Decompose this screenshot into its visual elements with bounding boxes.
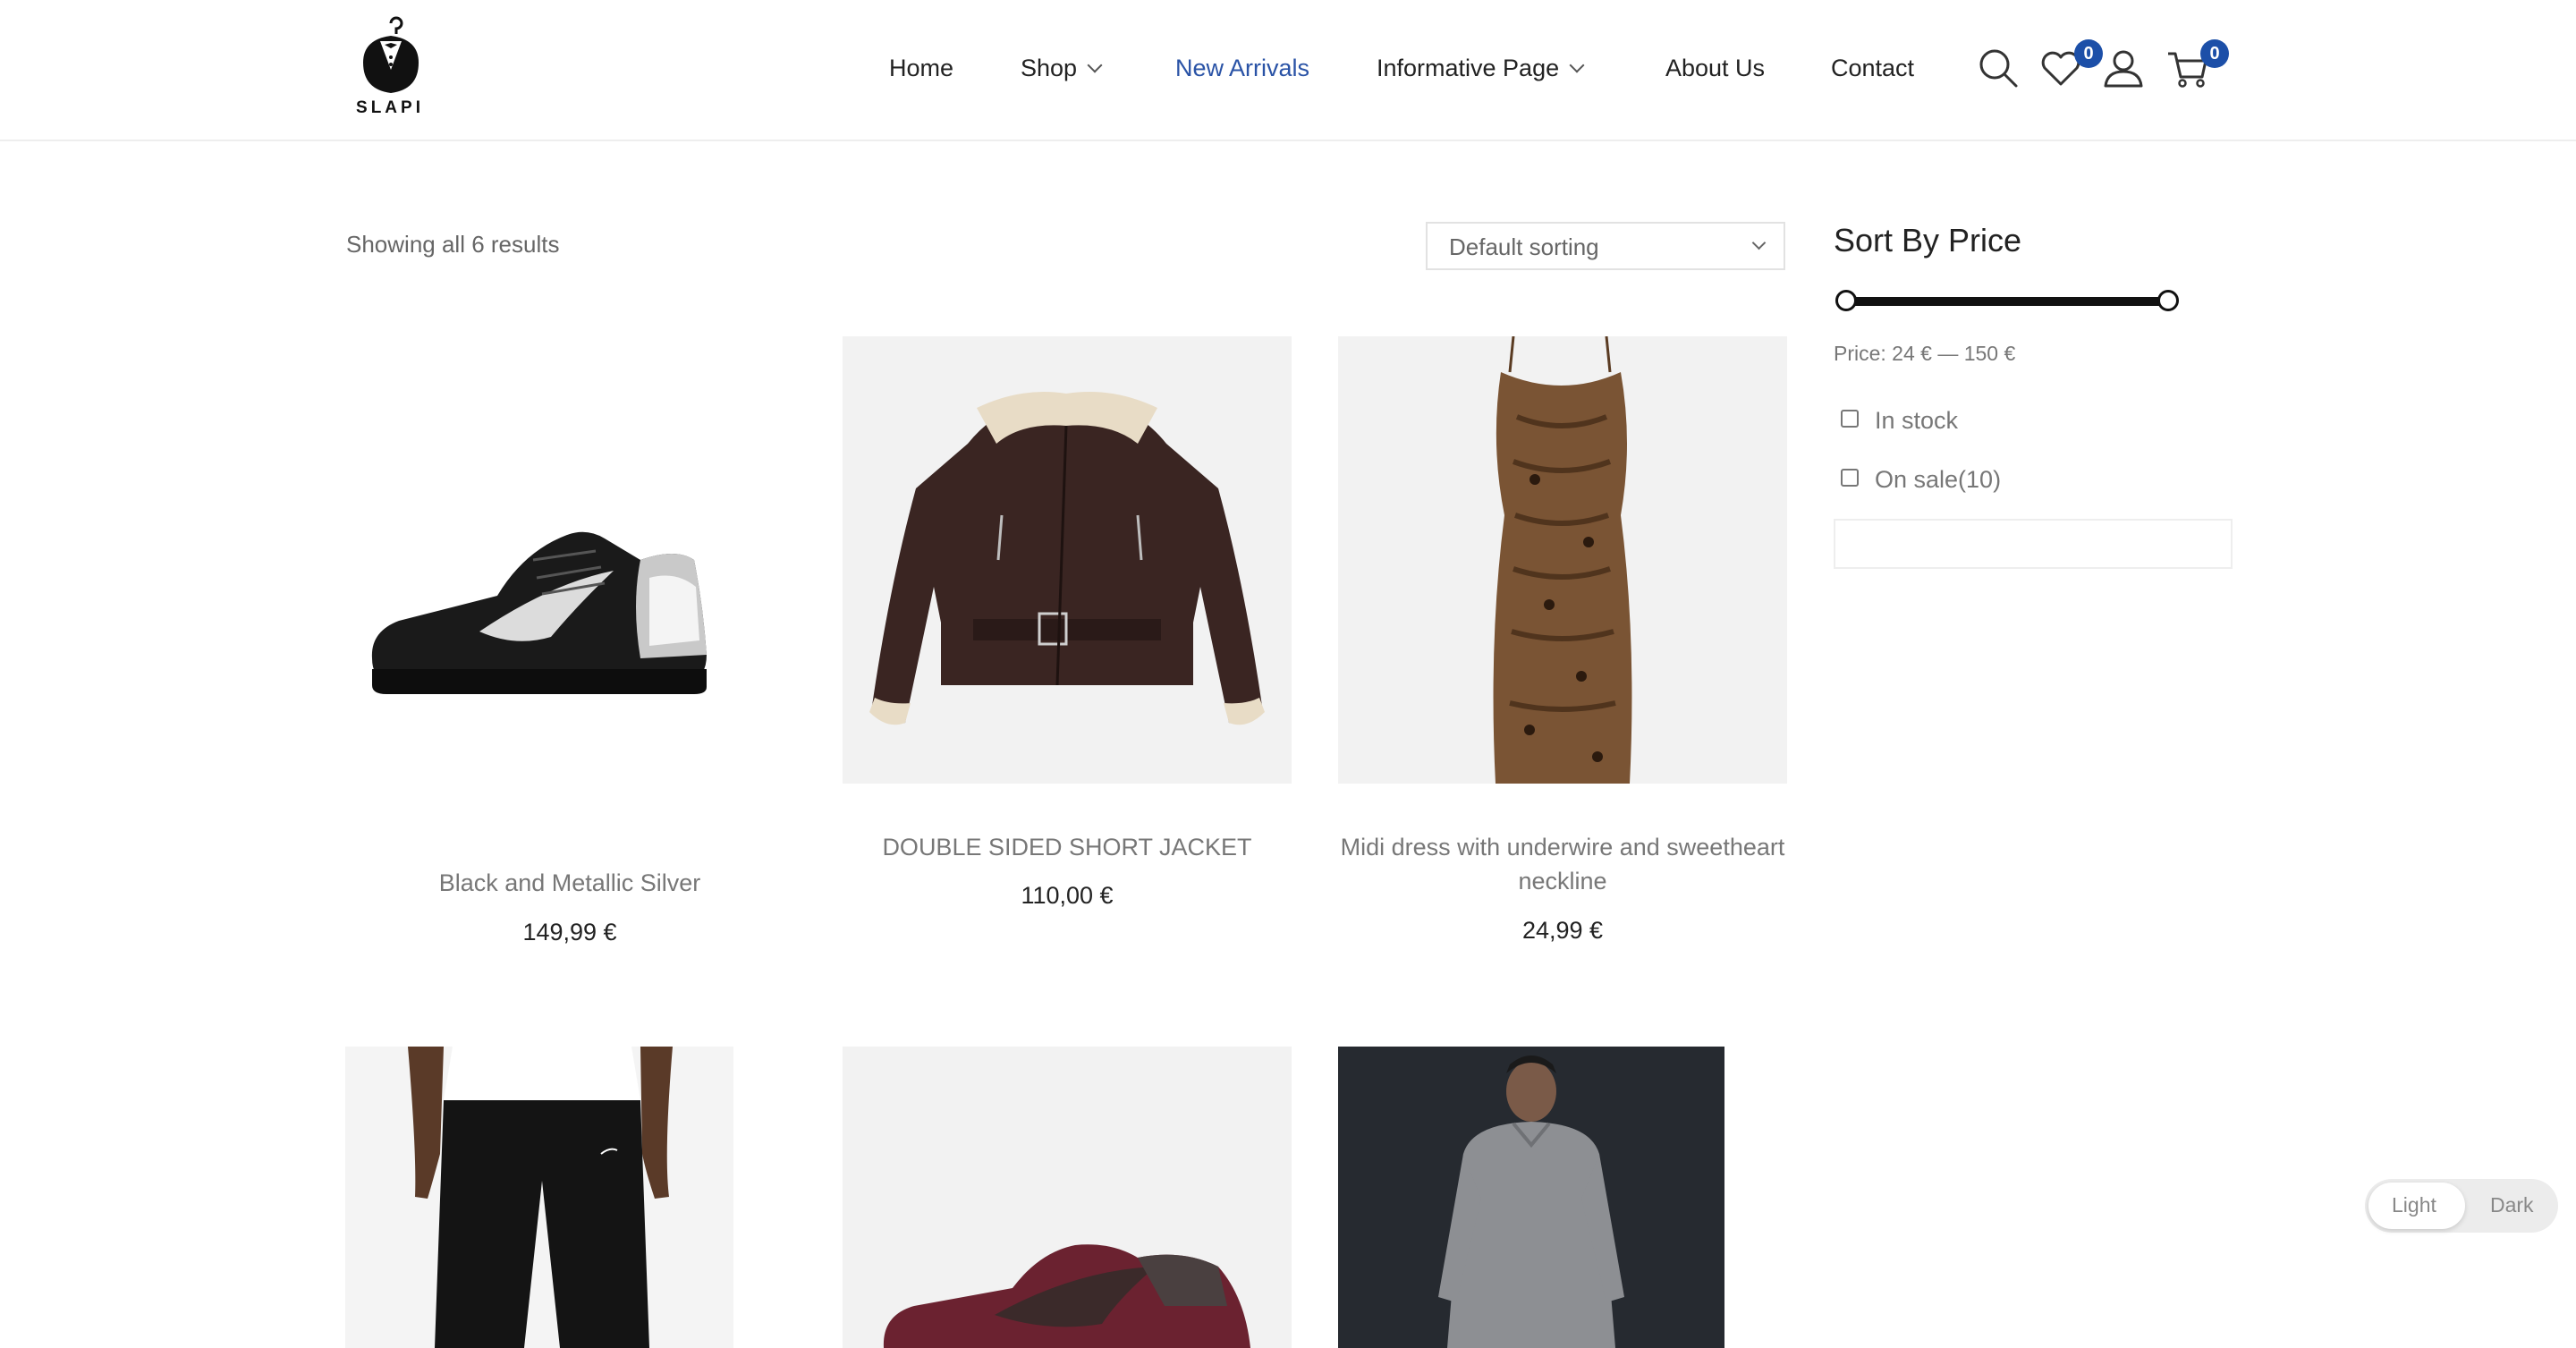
site-header: SLAPI Home Shop New Arrivals Informative… [0,0,2576,141]
model-sweatshirt-image [1438,1056,1624,1348]
price-range-label: Price: 24 € — 150 € [1834,342,2016,365]
track-pants-image [408,1047,673,1348]
chevron-down-icon [1087,57,1103,73]
nav-new-arrivals[interactable]: New Arrivals [1175,52,1309,84]
sidebar-empty-box [1834,519,2233,569]
product-image[interactable] [843,336,1292,784]
product-image[interactable] [1338,336,1787,784]
theme-dark-option[interactable]: Dark [2490,1193,2534,1217]
product-image[interactable] [345,336,733,784]
theme-toggle[interactable]: Light Dark [2365,1179,2558,1233]
dress-image [1493,336,1632,784]
nav-shop[interactable]: Shop [1021,52,1103,84]
jacket-image [869,392,1265,725]
product-title[interactable]: DOUBLE SIDED SHORT JACKET [843,830,1292,864]
on-sale-filter[interactable]: On sale(10) [1841,463,2001,496]
product-price: 24,99 € [1521,917,1604,944]
in-stock-filter[interactable]: In stock [1841,404,1958,437]
product-image[interactable] [843,1047,1292,1348]
user-icon[interactable] [2100,45,2147,91]
product-price: 110,00 € [1021,882,1114,909]
sneaker-image [371,531,707,694]
sort-by-price-title: Sort By Price [1834,222,2022,259]
wishlist-count-badge: 0 [2074,39,2103,68]
theme-light-option[interactable]: Light [2392,1193,2436,1217]
price-slider-max-handle[interactable] [2157,290,2179,311]
chevron-down-icon [1751,235,1767,250]
price-slider-min-handle[interactable] [1835,290,1857,311]
sorting-select[interactable]: Default sorting [1426,222,1785,270]
sorting-select-value: Default sorting [1449,233,1599,260]
on-sale-checkbox[interactable] [1841,468,1859,487]
cart-count-badge: 0 [2200,39,2229,68]
product-title[interactable]: Black and Metallic Silver [345,866,794,900]
nav-contact[interactable]: Contact [1831,52,1914,84]
nav-home[interactable]: Home [889,52,953,84]
product-image[interactable] [1338,1047,1724,1348]
brand-name: SLAPI [356,98,424,117]
in-stock-label: In stock [1875,407,1959,434]
price-slider-track[interactable] [1844,297,2170,306]
chevron-down-icon [1569,57,1585,73]
nav-informative-page[interactable]: Informative Page [1377,52,1585,84]
on-sale-label: On sale(10) [1875,466,2002,493]
nav-about-us[interactable]: About Us [1665,52,1765,84]
dunk-sneaker-image [883,1244,1250,1348]
product-price: 149,99 € [522,919,617,945]
in-stock-checkbox[interactable] [1841,409,1859,428]
result-count: Showing all 6 results [346,231,560,258]
product-image[interactable] [345,1047,733,1348]
search-icon[interactable] [1975,45,2021,91]
product-title[interactable]: Midi dress with underwire and sweetheart… [1338,830,1787,898]
